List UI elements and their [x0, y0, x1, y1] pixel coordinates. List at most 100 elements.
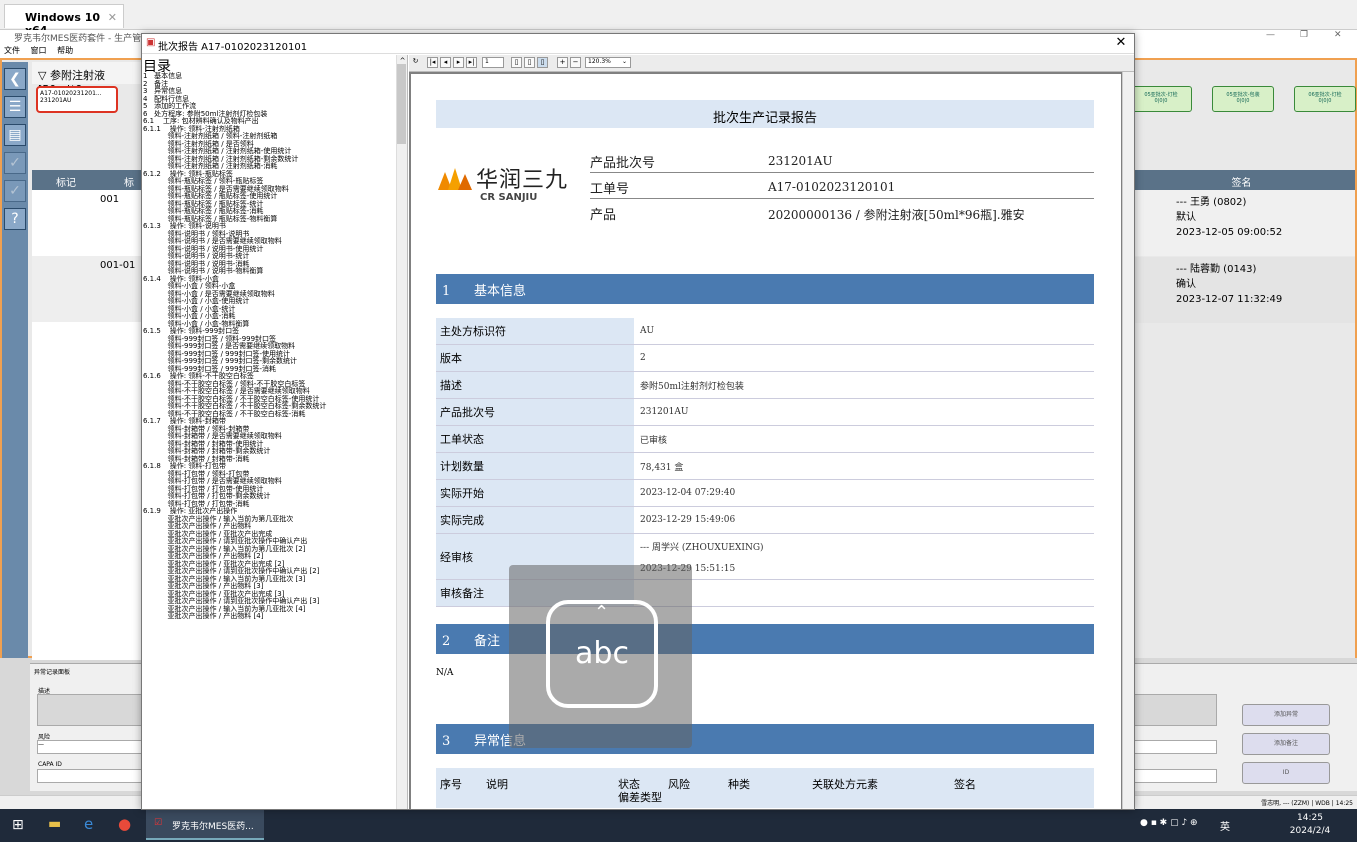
header-value: 231201AU — [768, 154, 833, 168]
stage-node[interactable]: 05亚批次-包装 0|0|0 — [1212, 86, 1274, 112]
info-row: 版本 2 — [436, 345, 1094, 372]
sign-header: 签名 — [1128, 170, 1355, 190]
dialog-title-bar: ▣ 批次报告 A17-0102023120101 — [142, 34, 1134, 54]
info-value: 2023-12-04 07:29:40 — [640, 488, 736, 498]
first-page-icon[interactable]: |◂ — [427, 57, 438, 68]
info-key: 描述 — [436, 372, 634, 398]
report-title: 批次生产记录报告 — [436, 100, 1094, 128]
back-icon[interactable]: ❮ — [4, 68, 26, 90]
right-area — [1128, 62, 1355, 658]
refresh-icon[interactable]: ↻ — [410, 57, 421, 68]
batch-card[interactable]: A17-01020231201... 231201AU — [36, 86, 118, 113]
app-title: 罗克韦尔MES医药套件 - 生产管 — [14, 34, 142, 44]
keyboard-icon[interactable]: ⌃ abc — [546, 600, 658, 708]
info-key: 实际完成 — [436, 507, 634, 533]
clock[interactable]: 14:25 2024/2/4 — [1280, 812, 1340, 840]
restore-icon[interactable]: ❐ — [1300, 30, 1308, 40]
close-icon[interactable]: ✕ — [1113, 35, 1129, 51]
notes-value: N/A — [436, 668, 454, 678]
batch-card-id: A17-01020231201... — [40, 90, 102, 97]
exceptions-table-header: 序号 说明 状态 偏差类型 风险 种类 关联处方元素 签名 — [436, 768, 1094, 808]
info-key: 产品批次号 — [436, 399, 634, 425]
approve-icon[interactable]: ✓ — [4, 180, 26, 202]
info-row: 计划数量 78,431 盒 — [436, 453, 1094, 480]
info-row: 工单状态 已审核 — [436, 426, 1094, 453]
toc-item[interactable]: 亚批次产出操作 / 产出物料 [4] — [143, 612, 393, 621]
toc-item[interactable]: 1 基本信息 — [143, 72, 393, 81]
info-row: 主处方标识符 AU — [436, 318, 1094, 345]
last-page-icon[interactable]: ▸| — [466, 57, 477, 68]
zoom-out-icon[interactable]: − — [570, 57, 581, 68]
next-page-icon[interactable]: ▸ — [453, 57, 464, 68]
check-icon[interactable]: ✓ — [4, 152, 26, 174]
section-basic-info: 1 基本信息 — [436, 274, 1094, 304]
continuous-icon[interactable]: ▯ — [524, 57, 535, 68]
input-lang[interactable]: 英 — [1220, 818, 1230, 833]
menu-file[interactable]: 文件 — [4, 46, 20, 55]
header-value: A17-0102023120101 — [768, 180, 896, 194]
col-2: 标 — [124, 178, 134, 189]
toc-scroll-thumb[interactable] — [397, 64, 406, 144]
add-exception-button[interactable]: 添加异常 — [1242, 704, 1330, 726]
info-key: 主处方标识符 — [436, 318, 634, 344]
info-row: 实际开始 2023-12-04 07:29:40 — [436, 480, 1094, 507]
menu-help[interactable]: 帮助 — [57, 46, 73, 55]
app-icon: ☑ — [154, 818, 163, 828]
id-button[interactable]: ID — [1242, 762, 1330, 784]
report-icon: ▣ — [146, 37, 156, 48]
status-text: 雪志明, --- (ZZM) | WDB | 14:25 — [1261, 800, 1353, 807]
close-icon[interactable]: ✕ — [1334, 30, 1342, 40]
dialog-title: 批次报告 A17-0102023120101 — [158, 42, 308, 53]
info-key: 工单状态 — [436, 426, 634, 452]
zoom-select[interactable]: 120.3% ⌄ — [585, 57, 631, 68]
capa-label: CAPA ID — [38, 761, 62, 768]
header-value: 20200000136 / 参附注射液[50ml*96瓶].雅安 — [768, 208, 1025, 222]
grid-header: 标记 标 — [32, 170, 142, 190]
close-icon[interactable]: ✕ — [108, 11, 117, 24]
header-label: 产品 — [590, 208, 617, 223]
tray-icons[interactable]: ● ▪ ✱ ▢ ♪ ⊕ — [1140, 818, 1198, 828]
viewer-toolbar: ^ ↻ |◂ ◂ ▸ ▸| ▯ ▯ ▯ + − — [400, 55, 1134, 72]
info-value: 231201AU — [640, 407, 689, 417]
help-icon[interactable]: ? — [4, 208, 26, 230]
info-value: 78,431 盒 — [640, 462, 684, 473]
info-value: 2023-12-29 15:49:06 — [640, 515, 736, 525]
info-row: 实际完成 2023-12-29 15:49:06 — [436, 507, 1094, 534]
host-tab[interactable]: Windows 10 x64 ✕ — [4, 4, 124, 37]
print-icon[interactable]: ▤ — [4, 124, 26, 146]
add-note-button[interactable]: 添加备注 — [1242, 733, 1330, 755]
fit-icon[interactable]: ▯ — [537, 57, 548, 68]
chrome-icon[interactable]: ● — [118, 815, 131, 833]
menu-window[interactable]: 窗口 — [31, 46, 47, 55]
header-label: 工单号 — [590, 182, 630, 197]
ie-icon[interactable]: e — [84, 815, 93, 833]
info-value: 2 — [640, 353, 646, 363]
start-icon[interactable]: ⊞ — [12, 817, 24, 833]
toc-scrollbar[interactable] — [396, 55, 407, 809]
prev-page-icon[interactable]: ◂ — [440, 57, 451, 68]
viewer-scrollbar[interactable] — [1122, 72, 1134, 809]
info-value: 已审核 — [640, 435, 668, 446]
stage-node[interactable]: 06亚批次-灯检 0|0|0 — [1294, 86, 1356, 112]
single-page-icon[interactable]: ▯ — [511, 57, 522, 68]
info-key: 计划数量 — [436, 453, 634, 479]
grid-row[interactable]: 001 — [32, 190, 142, 256]
list-icon[interactable]: ☰ — [4, 96, 26, 118]
info-row: 产品批次号 231201AU — [436, 399, 1094, 426]
grid-row[interactable]: 001-01 — [32, 256, 142, 322]
stage-node[interactable]: 05亚批次-灯检 0|0|0 — [1130, 86, 1192, 112]
left-nav: ❮ ☰ ▤ ✓ ✓ ? — [2, 62, 28, 658]
info-row: 描述 参附50ml注射剂灯检包装 — [436, 372, 1094, 399]
minimize-icon[interactable]: — — [1266, 30, 1275, 40]
logo-mark-icon — [438, 168, 472, 190]
info-value: AU — [640, 326, 655, 336]
explorer-icon[interactable]: ▬ — [48, 816, 61, 832]
taskbar-app[interactable]: ☑ 罗克韦尔MES医药... — [146, 810, 264, 840]
up-icon[interactable]: ^ — [397, 57, 408, 68]
page-number-input[interactable]: 1 — [482, 57, 504, 68]
route-header: ▽ 参附注射液[50ml*9 — [32, 62, 142, 96]
header-label: 产品批次号 — [590, 156, 656, 171]
zoom-in-icon[interactable]: + — [557, 57, 568, 68]
info-key: 实际开始 — [436, 480, 634, 506]
batch-card-lot: 231201AU — [40, 97, 72, 104]
